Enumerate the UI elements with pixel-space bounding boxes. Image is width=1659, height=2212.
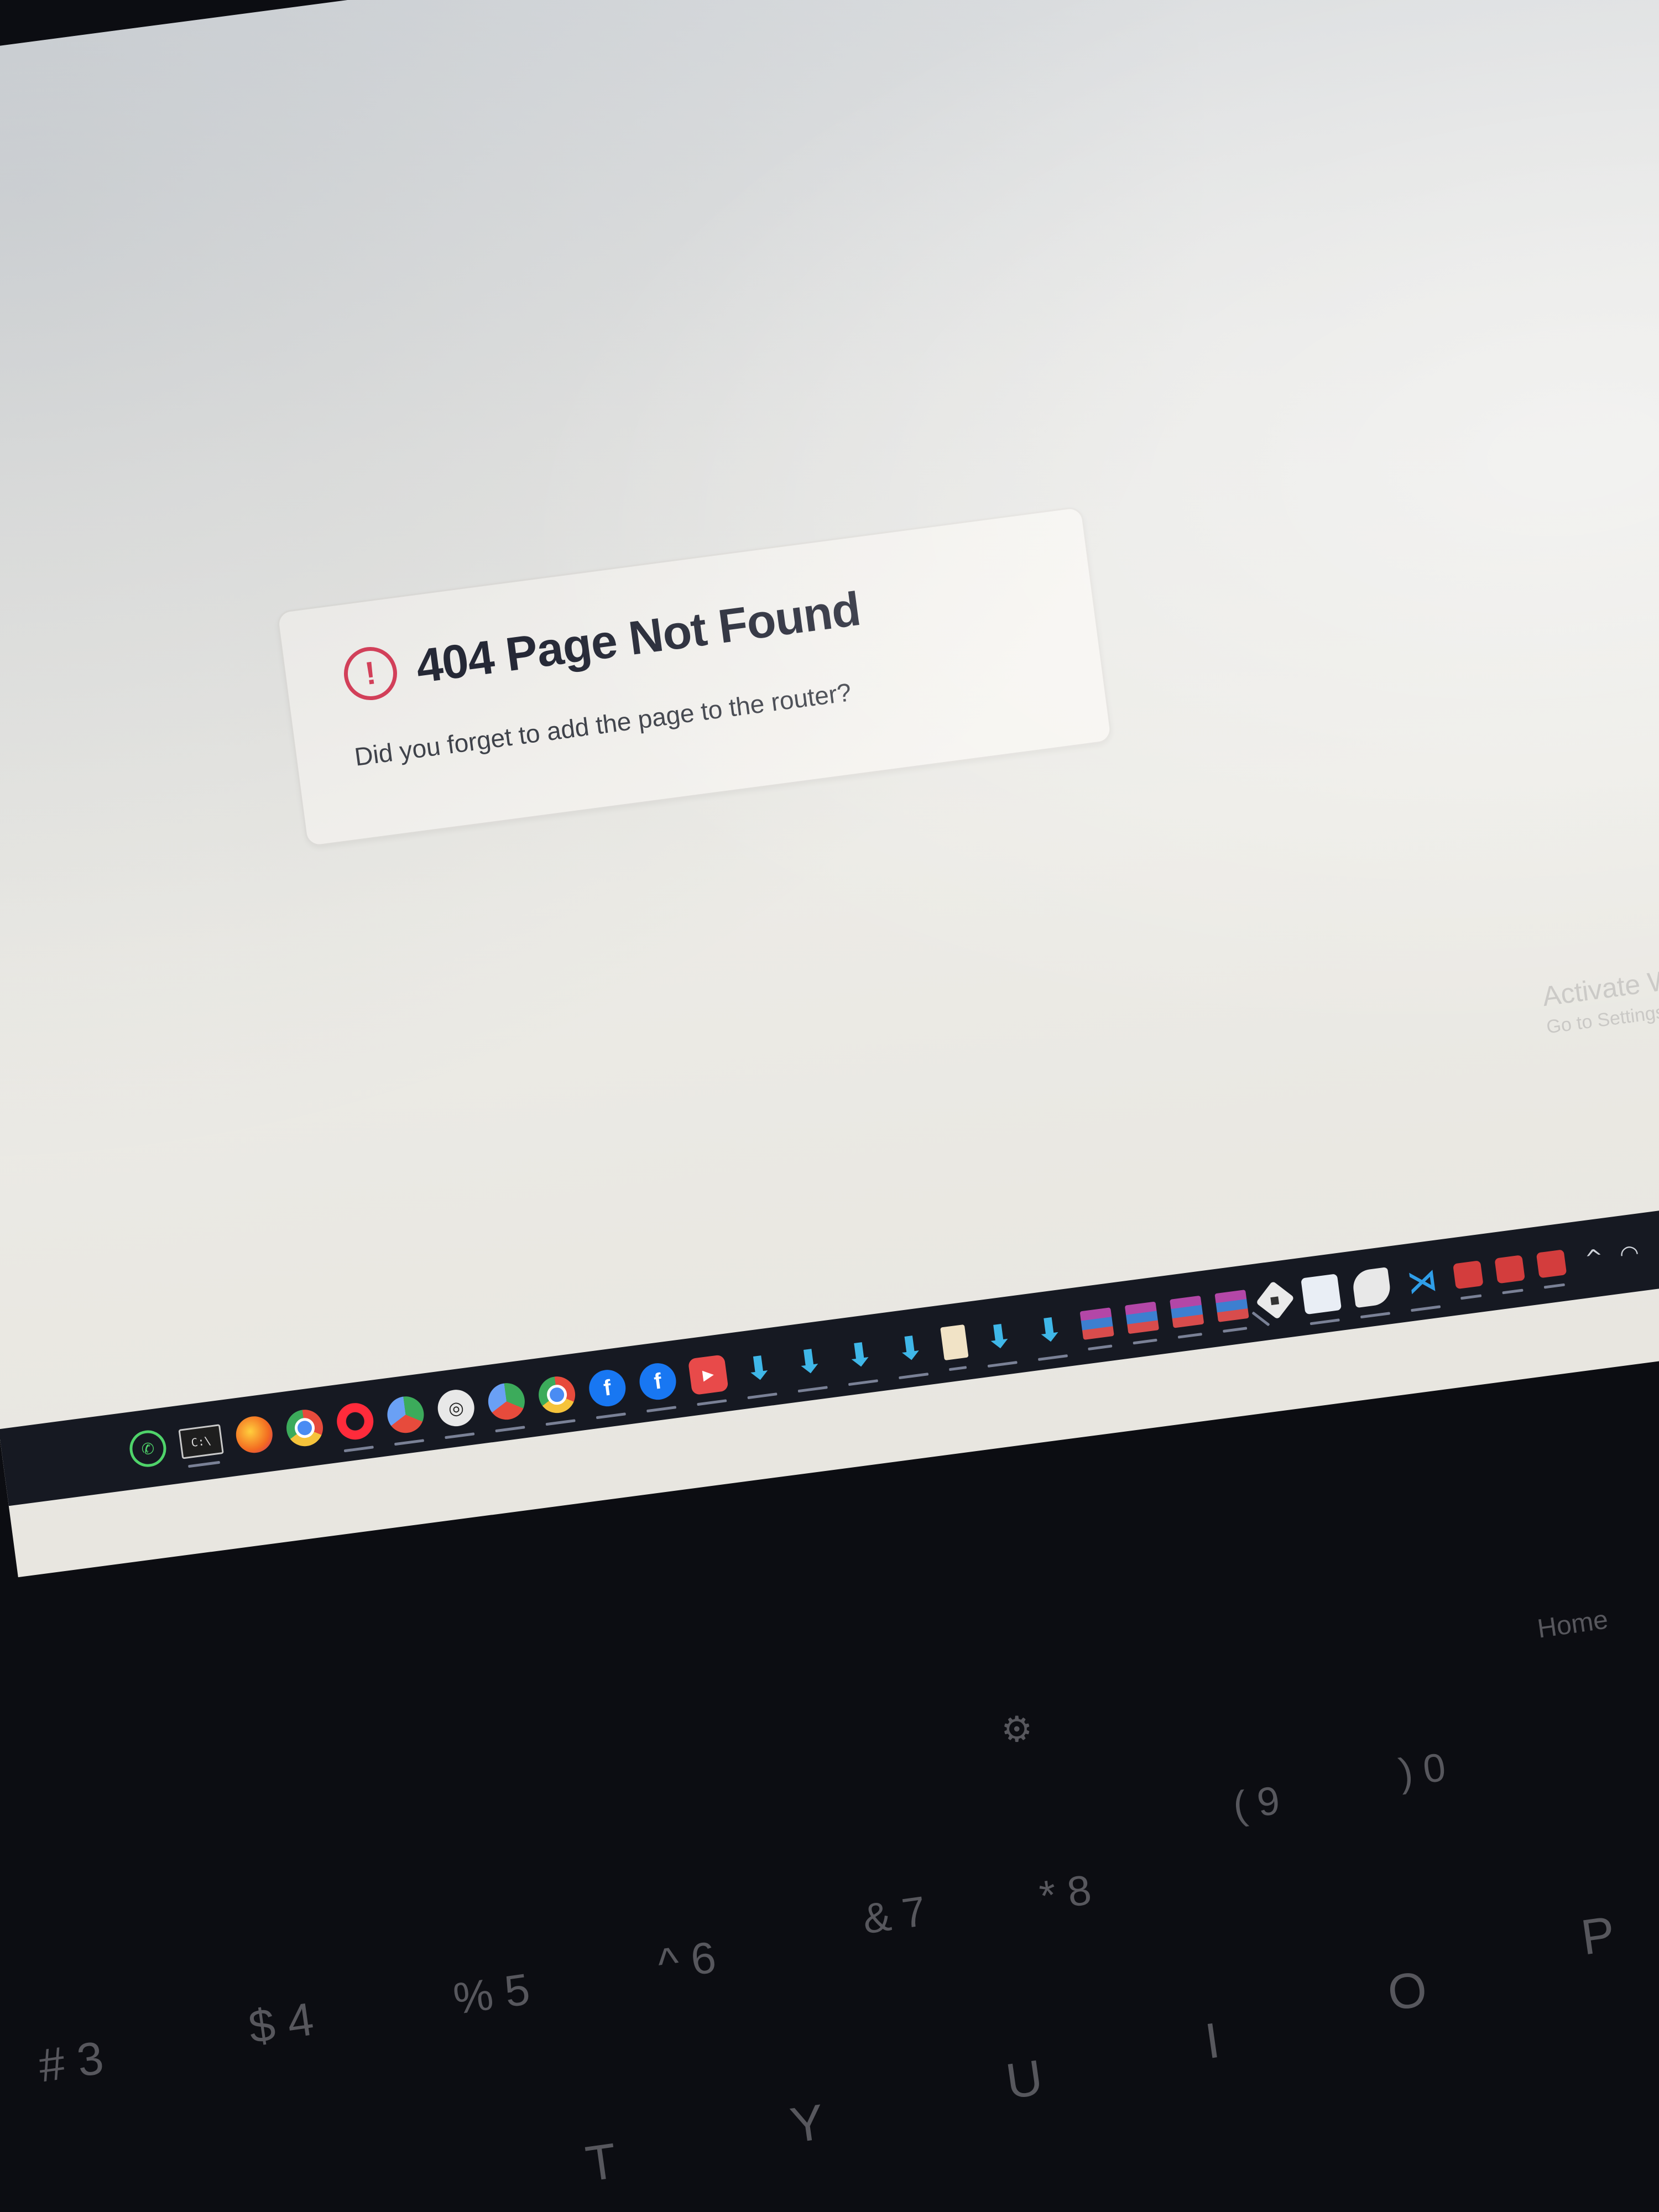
vscode-icon[interactable]: ⋊	[1402, 1260, 1443, 1301]
key-3: # 3	[35, 2031, 107, 2092]
eraser-icon[interactable]	[1351, 1267, 1392, 1308]
alert-circle-icon: !	[341, 643, 400, 703]
key-0: ) 0	[1396, 1745, 1449, 1796]
laptop-keyboard: Home ⚙ ( 9 ) 0 * 8 & 7 ^ 6 % 5 $ 4 # 3 T…	[0, 1482, 1659, 2212]
red-app-3-icon[interactable]	[1536, 1249, 1567, 1279]
alert-glyph: !	[363, 654, 378, 692]
chrome-profile-icon[interactable]	[385, 1394, 426, 1436]
key-u: U	[1003, 2049, 1046, 2110]
winrar-3-icon[interactable]	[1170, 1295, 1204, 1328]
tray-chevron-icon[interactable]: ^	[1583, 1244, 1605, 1272]
photo-scene: ! 404 Page Not Found Did you forget to a…	[0, 0, 1659, 2212]
youtube-icon[interactable]: ▶	[687, 1354, 729, 1396]
chrome-active-icon[interactable]	[536, 1374, 578, 1416]
winrar-icon[interactable]	[1079, 1307, 1114, 1340]
key-home: Home	[1535, 1605, 1610, 1644]
app-icon[interactable]: ◎	[435, 1387, 477, 1429]
facebook-icon[interactable]: f	[587, 1368, 628, 1409]
activation-watermark: Activate W Go to Settings	[1541, 963, 1659, 1038]
download-icon[interactable]: ⬇	[738, 1348, 779, 1389]
key-9: ( 9	[1230, 1778, 1283, 1829]
key-i: I	[1202, 2012, 1223, 2070]
key-8: * 8	[1036, 1866, 1094, 1921]
error-card: ! 404 Page Not Found Did you forget to a…	[275, 505, 1113, 848]
download-3-icon[interactable]: ⬇	[839, 1334, 880, 1375]
facebook-2-icon[interactable]: f	[637, 1361, 679, 1402]
winrar-2-icon[interactable]	[1124, 1301, 1160, 1334]
git-icon[interactable]: ◆	[1255, 1281, 1295, 1320]
download-6-icon[interactable]: ⬇	[1029, 1310, 1070, 1350]
download-5-icon[interactable]: ⬇	[978, 1316, 1019, 1357]
red-app-icon[interactable]	[1453, 1260, 1484, 1290]
whatsapp-icon[interactable]: ✆	[127, 1428, 169, 1469]
chrome-profile-2-icon[interactable]	[486, 1381, 527, 1422]
key-p: P	[1578, 1906, 1619, 1966]
key-7: & 7	[859, 1887, 929, 1943]
monitor-screen: ! 404 Page Not Found Did you forget to a…	[0, 0, 1659, 1578]
key-5: % 5	[450, 1964, 533, 2024]
red-app-2-icon[interactable]	[1494, 1255, 1526, 1284]
key-settings: ⚙	[1001, 1709, 1033, 1749]
key-6: ^ 6	[655, 1932, 719, 1989]
opera-icon[interactable]	[335, 1401, 376, 1442]
download-2-icon[interactable]: ⬇	[789, 1341, 830, 1382]
download-4-icon[interactable]: ⬇	[890, 1328, 931, 1369]
key-4: $ 4	[245, 1992, 317, 2053]
command-prompt-icon[interactable]: C:\	[178, 1424, 224, 1459]
key-y: Y	[787, 2094, 828, 2154]
box-app-icon[interactable]	[1301, 1274, 1342, 1315]
winrar-4-icon[interactable]	[1214, 1290, 1249, 1322]
key-t: T	[582, 2133, 620, 2193]
taskbar: ✆ C:\ ◎ f f ▶ ⬇ ⬇ ⬇ ⬇ ⬇ ⬇ ◆ ⋊ ^ ◠	[0, 1183, 1659, 1506]
key-o: O	[1384, 1961, 1431, 2022]
system-tray: ^ ◠	[1583, 1240, 1641, 1272]
wifi-icon[interactable]: ◠	[1618, 1240, 1641, 1267]
notepad-icon[interactable]	[940, 1324, 969, 1361]
chrome-icon[interactable]	[284, 1407, 326, 1449]
firefox-icon[interactable]	[233, 1414, 275, 1455]
page-title: 404 Page Not Found	[413, 582, 864, 693]
